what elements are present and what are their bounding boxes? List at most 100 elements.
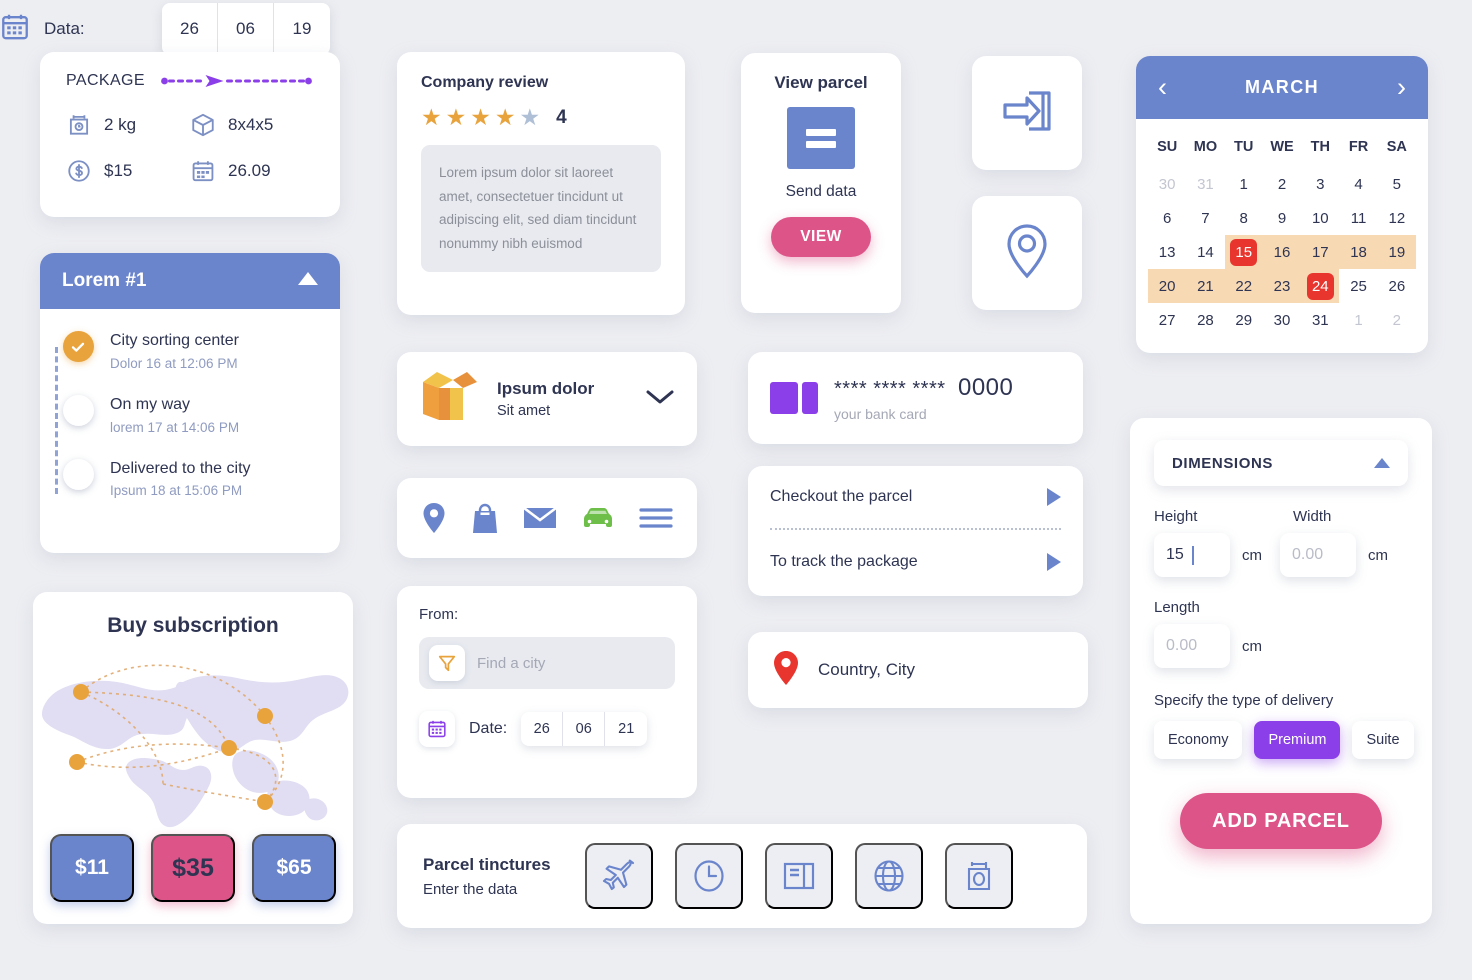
calendar-icon[interactable] bbox=[419, 711, 455, 747]
calendar-day[interactable]: 11 bbox=[1339, 201, 1377, 235]
checkout-parcel-row[interactable]: Checkout the parcel bbox=[770, 466, 1061, 530]
login-button[interactable] bbox=[972, 56, 1082, 170]
delivery-type-economy[interactable]: Economy bbox=[1154, 721, 1243, 759]
bank-card-row[interactable]: **** **** **** 0000 your bank card bbox=[748, 352, 1083, 444]
calendar-day[interactable]: 14 bbox=[1186, 235, 1224, 269]
calendar-day[interactable]: 31 bbox=[1301, 303, 1339, 337]
calendar-day[interactable]: 29 bbox=[1225, 303, 1263, 337]
shopping-bag-icon[interactable] bbox=[471, 502, 499, 534]
ipsum-dolor-card[interactable]: Ipsum dolor Sit amet bbox=[397, 352, 697, 446]
calendar-day[interactable]: 31 bbox=[1186, 167, 1224, 201]
track-package-row[interactable]: To track the package bbox=[770, 530, 1061, 594]
width-input[interactable]: 0.00 bbox=[1280, 533, 1356, 577]
star-icon[interactable]: ★ bbox=[495, 106, 516, 129]
calendar-day[interactable]: 18 bbox=[1339, 235, 1378, 269]
calendar-day[interactable]: 1 bbox=[1225, 167, 1263, 201]
price-option-35[interactable]: $35 bbox=[151, 834, 235, 902]
date-year[interactable]: 21 bbox=[605, 712, 647, 746]
map-pin-icon[interactable] bbox=[421, 502, 447, 534]
calendar-day[interactable]: 30 bbox=[1263, 303, 1301, 337]
date-stepper[interactable]: 26 06 21 bbox=[521, 712, 648, 746]
calendar-icon[interactable] bbox=[0, 12, 30, 47]
data-month[interactable]: 06 bbox=[218, 3, 274, 55]
date-month[interactable]: 06 bbox=[563, 712, 606, 746]
delivery-type-premium[interactable]: Premium bbox=[1254, 721, 1341, 759]
dimensions-header[interactable]: DIMENSIONS bbox=[1154, 440, 1408, 486]
play-arrow-icon[interactable] bbox=[1047, 553, 1061, 571]
city-input[interactable]: Find a city bbox=[477, 655, 545, 672]
calendar-day[interactable]: 30 bbox=[1148, 167, 1186, 201]
tracking-timeline-card: Lorem #1 City sorting center Dolor 16 at… bbox=[40, 253, 340, 553]
calendar-day[interactable]: 1 bbox=[1339, 303, 1377, 337]
star-icon[interactable]: ★ bbox=[446, 106, 467, 129]
rating-stars[interactable]: ★ ★ ★ ★ ★ 4 bbox=[421, 106, 661, 129]
calendar-day[interactable]: 15 bbox=[1224, 235, 1263, 269]
calendar-day[interactable]: 28 bbox=[1186, 303, 1224, 337]
calendar-day[interactable]: 10 bbox=[1301, 201, 1339, 235]
calendar-day[interactable]: 12 bbox=[1378, 201, 1416, 235]
calendar-day-number: 4 bbox=[1354, 175, 1363, 193]
calendar-day[interactable]: 21 bbox=[1186, 269, 1225, 303]
calendar-day[interactable]: 24 bbox=[1301, 269, 1340, 303]
scale-icon[interactable] bbox=[945, 843, 1013, 909]
calendar-day[interactable]: 19 bbox=[1377, 235, 1416, 269]
location-button[interactable] bbox=[972, 196, 1082, 310]
calendar-icon bbox=[190, 158, 216, 184]
airplane-icon[interactable] bbox=[585, 843, 653, 909]
calendar-day[interactable]: 3 bbox=[1301, 167, 1339, 201]
view-button[interactable]: VIEW bbox=[771, 217, 871, 257]
chevron-right-icon[interactable]: › bbox=[1397, 74, 1406, 101]
calendar-day[interactable]: 20 bbox=[1148, 269, 1187, 303]
city-search-field[interactable]: Find a city bbox=[419, 637, 675, 689]
calendar-day[interactable]: 6 bbox=[1148, 201, 1186, 235]
calendar-day[interactable]: 4 bbox=[1339, 167, 1377, 201]
package-size: 8x4x5 bbox=[190, 112, 314, 138]
star-icon[interactable]: ★ bbox=[421, 106, 442, 129]
envelope-icon[interactable] bbox=[523, 505, 557, 531]
data-day[interactable]: 26 bbox=[162, 3, 218, 55]
calendar-day[interactable]: 9 bbox=[1263, 201, 1301, 235]
calendar-day[interactable]: 17 bbox=[1301, 235, 1340, 269]
triangle-up-icon[interactable] bbox=[1374, 458, 1390, 468]
price-option-11[interactable]: $11 bbox=[50, 834, 134, 902]
height-input[interactable]: 15 bbox=[1154, 533, 1230, 577]
chevron-down-icon[interactable] bbox=[645, 388, 675, 411]
calendar-day[interactable]: 7 bbox=[1186, 201, 1224, 235]
calendar-day-number: 21 bbox=[1197, 277, 1214, 295]
data-date-stepper[interactable]: 26 06 19 bbox=[162, 3, 330, 55]
calendar-day[interactable]: 8 bbox=[1225, 201, 1263, 235]
calendar-day[interactable]: 5 bbox=[1378, 167, 1416, 201]
calendar-day[interactable]: 26 bbox=[1378, 269, 1416, 303]
chevron-left-icon[interactable]: ‹ bbox=[1158, 74, 1167, 101]
triangle-up-icon[interactable] bbox=[298, 272, 318, 290]
calendar-day[interactable]: 2 bbox=[1378, 303, 1416, 337]
price-option-65[interactable]: $65 bbox=[252, 834, 336, 902]
calendar-day[interactable]: 23 bbox=[1262, 269, 1302, 303]
globe-icon[interactable] bbox=[855, 843, 923, 909]
calendar-day[interactable]: 2 bbox=[1263, 167, 1301, 201]
length-input[interactable]: 0.00 bbox=[1154, 624, 1230, 668]
timeline-header[interactable]: Lorem #1 bbox=[40, 253, 340, 309]
star-icon-empty[interactable]: ★ bbox=[520, 106, 541, 129]
calendar-day-number: 1 bbox=[1239, 175, 1248, 193]
add-parcel-button[interactable]: ADD PARCEL bbox=[1180, 793, 1382, 849]
play-arrow-icon[interactable] bbox=[1047, 488, 1061, 506]
timeline-marker bbox=[62, 394, 94, 435]
country-city-row[interactable]: Country, City bbox=[748, 632, 1088, 708]
calendar-day[interactable]: 25 bbox=[1339, 269, 1377, 303]
car-icon[interactable] bbox=[581, 505, 615, 531]
calendar-day[interactable]: 16 bbox=[1262, 235, 1302, 269]
length-label: Length bbox=[1154, 599, 1200, 616]
clock-icon[interactable] bbox=[675, 843, 743, 909]
delivery-type-suite[interactable]: Suite bbox=[1352, 721, 1414, 759]
data-year[interactable]: 19 bbox=[274, 3, 330, 55]
date-day[interactable]: 26 bbox=[521, 712, 564, 746]
company-review-card: Company review ★ ★ ★ ★ ★ 4 Lorem ipsum d… bbox=[397, 52, 685, 315]
document-icon[interactable] bbox=[765, 843, 833, 909]
calendar-day[interactable]: 13 bbox=[1148, 235, 1186, 269]
star-icon[interactable]: ★ bbox=[470, 106, 491, 129]
calendar-day[interactable]: 22 bbox=[1224, 269, 1263, 303]
calendar-day[interactable]: 27 bbox=[1148, 303, 1186, 337]
menu-icon[interactable] bbox=[639, 506, 673, 530]
calendar-day-number: 26 bbox=[1388, 277, 1406, 295]
